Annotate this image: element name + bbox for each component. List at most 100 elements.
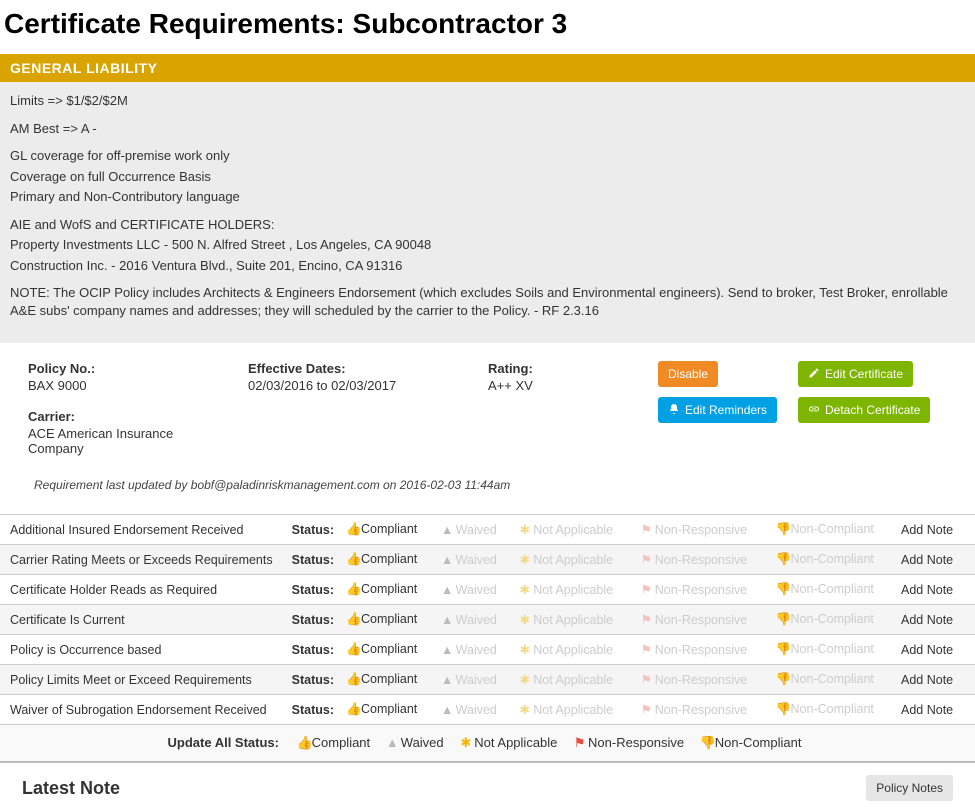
section-header-general-liability: GENERAL LIABILITY bbox=[0, 54, 975, 82]
requirement-name: Carrier Rating Meets or Exceeds Requirem… bbox=[0, 545, 280, 575]
flag-icon: ⚑ bbox=[640, 582, 653, 597]
status-waived[interactable]: ▲Waived bbox=[435, 635, 513, 665]
holders-line: AIE and WofS and CERTIFICATE HOLDERS: bbox=[10, 216, 965, 234]
flag-icon: ⚑ bbox=[640, 552, 653, 567]
holders-line: Property Investments LLC - 500 N. Alfred… bbox=[10, 236, 965, 254]
status-not-applicable[interactable]: ✱Not Applicable bbox=[512, 575, 634, 605]
thumb-up-icon: 👍 bbox=[346, 522, 359, 537]
warning-icon: ▲ bbox=[441, 703, 454, 717]
latest-note-heading: Latest Note bbox=[22, 778, 120, 799]
thumb-up-icon: 👍 bbox=[346, 642, 359, 657]
thumb-down-icon: 👎 bbox=[776, 582, 789, 597]
status-not-applicable[interactable]: ✱Not Applicable bbox=[512, 515, 634, 545]
effective-dates-value: 02/03/2016 to 02/03/2017 bbox=[248, 378, 468, 393]
policy-no-value: BAX 9000 bbox=[28, 378, 228, 393]
star-icon: ✱ bbox=[518, 582, 531, 597]
add-note-link[interactable]: Add Note bbox=[895, 545, 975, 575]
flag-icon: ⚑ bbox=[640, 702, 653, 717]
policy-notes-button[interactable]: Policy Notes bbox=[866, 775, 953, 801]
star-icon: ✱ bbox=[459, 735, 472, 751]
requirement-name: Policy is Occurrence based bbox=[0, 635, 280, 665]
edit-certificate-button[interactable]: Edit Certificate bbox=[798, 361, 913, 387]
status-non-compliant[interactable]: 👎Non-Compliant bbox=[770, 605, 895, 635]
status-non-responsive[interactable]: ⚑Non-Responsive bbox=[634, 605, 770, 635]
add-note-link[interactable]: Add Note bbox=[895, 515, 975, 545]
star-icon: ✱ bbox=[518, 672, 531, 687]
status-not-applicable[interactable]: ✱Not Applicable bbox=[512, 695, 634, 725]
last-updated-line: Requirement last updated by bobf@paladin… bbox=[34, 478, 947, 492]
flag-icon: ⚑ bbox=[573, 735, 586, 751]
status-waived[interactable]: ▲Waived bbox=[435, 605, 513, 635]
add-note-link[interactable]: Add Note bbox=[895, 665, 975, 695]
status-compliant[interactable]: 👍Compliant bbox=[340, 515, 435, 545]
flag-icon: ⚑ bbox=[640, 642, 653, 657]
status-not-applicable[interactable]: ✱Not Applicable bbox=[512, 635, 634, 665]
status-compliant[interactable]: 👍Compliant bbox=[340, 605, 435, 635]
disable-button[interactable]: Disable bbox=[658, 361, 718, 387]
status-not-applicable[interactable]: ✱Not Applicable bbox=[512, 545, 634, 575]
add-note-link[interactable]: Add Note bbox=[895, 695, 975, 725]
status-non-compliant[interactable]: 👎Non-Compliant bbox=[770, 635, 895, 665]
requirement-name: Certificate Is Current bbox=[0, 605, 280, 635]
status-non-responsive[interactable]: ⚑Non-Responsive bbox=[634, 545, 770, 575]
update-all-compliant[interactable]: 👍Compliant bbox=[297, 735, 371, 750]
latest-note-bar: Latest Note Policy Notes bbox=[0, 763, 975, 807]
carrier-label: Carrier: bbox=[28, 409, 228, 424]
status-non-compliant[interactable]: 👎Non-Compliant bbox=[770, 695, 895, 725]
table-row: Certificate Holder Reads as RequiredStat… bbox=[0, 575, 975, 605]
add-note-link[interactable]: Add Note bbox=[895, 605, 975, 635]
policy-no-label: Policy No.: bbox=[28, 361, 228, 376]
edit-reminders-button[interactable]: Edit Reminders bbox=[658, 397, 777, 423]
status-non-compliant[interactable]: 👎Non-Compliant bbox=[770, 575, 895, 605]
status-label: Status: bbox=[280, 575, 340, 605]
status-non-responsive[interactable]: ⚑Non-Responsive bbox=[634, 635, 770, 665]
warning-icon: ▲ bbox=[441, 673, 454, 687]
status-compliant[interactable]: 👍Compliant bbox=[340, 695, 435, 725]
status-waived[interactable]: ▲Waived bbox=[435, 575, 513, 605]
status-compliant[interactable]: 👍Compliant bbox=[340, 665, 435, 695]
status-not-applicable[interactable]: ✱Not Applicable bbox=[512, 605, 634, 635]
detach-certificate-button[interactable]: Detach Certificate bbox=[798, 397, 930, 423]
status-non-compliant[interactable]: 👎Non-Compliant bbox=[770, 515, 895, 545]
coverage-line: Primary and Non-Contributory language bbox=[10, 188, 965, 206]
table-row: Policy Limits Meet or Exceed Requirement… bbox=[0, 665, 975, 695]
effective-dates-label: Effective Dates: bbox=[248, 361, 468, 376]
policy-panel: Policy No.: BAX 9000 Carrier: ACE Americ… bbox=[0, 343, 975, 514]
table-row: Additional Insured Endorsement ReceivedS… bbox=[0, 515, 975, 545]
status-compliant[interactable]: 👍Compliant bbox=[340, 545, 435, 575]
flag-icon: ⚑ bbox=[640, 612, 653, 627]
thumb-down-icon: 👎 bbox=[776, 672, 789, 687]
update-all-non-compliant[interactable]: 👎Non-Compliant bbox=[700, 735, 802, 750]
update-all-waived[interactable]: ▲Waived bbox=[386, 735, 444, 750]
update-all-not-applicable[interactable]: ✱Not Applicable bbox=[459, 735, 557, 750]
status-non-compliant[interactable]: 👎Non-Compliant bbox=[770, 665, 895, 695]
requirements-text-panel: Limits => $1/$2/$2M AM Best => A - GL co… bbox=[0, 82, 975, 343]
status-waived[interactable]: ▲Waived bbox=[435, 515, 513, 545]
status-waived[interactable]: ▲Waived bbox=[435, 545, 513, 575]
requirements-table: Additional Insured Endorsement ReceivedS… bbox=[0, 514, 975, 725]
carrier-value: ACE American Insurance Company bbox=[28, 426, 228, 456]
status-label: Status: bbox=[280, 695, 340, 725]
rating-value: A++ XV bbox=[488, 378, 638, 393]
add-note-link[interactable]: Add Note bbox=[895, 635, 975, 665]
status-waived[interactable]: ▲Waived bbox=[435, 665, 513, 695]
status-compliant[interactable]: 👍Compliant bbox=[340, 635, 435, 665]
star-icon: ✱ bbox=[518, 612, 531, 627]
status-non-responsive[interactable]: ⚑Non-Responsive bbox=[634, 665, 770, 695]
thumb-down-icon: 👎 bbox=[776, 642, 789, 657]
status-waived[interactable]: ▲Waived bbox=[435, 695, 513, 725]
status-non-compliant[interactable]: 👎Non-Compliant bbox=[770, 545, 895, 575]
star-icon: ✱ bbox=[518, 702, 531, 717]
status-label: Status: bbox=[280, 635, 340, 665]
status-non-responsive[interactable]: ⚑Non-Responsive bbox=[634, 515, 770, 545]
status-compliant[interactable]: 👍Compliant bbox=[340, 575, 435, 605]
status-not-applicable[interactable]: ✱Not Applicable bbox=[512, 665, 634, 695]
add-note-link[interactable]: Add Note bbox=[895, 575, 975, 605]
status-non-responsive[interactable]: ⚑Non-Responsive bbox=[634, 695, 770, 725]
star-icon: ✱ bbox=[518, 552, 531, 567]
status-non-responsive[interactable]: ⚑Non-Responsive bbox=[634, 575, 770, 605]
table-row: Waiver of Subrogation Endorsement Receiv… bbox=[0, 695, 975, 725]
update-all-non-responsive[interactable]: ⚑Non-Responsive bbox=[573, 735, 684, 750]
holders-line: Construction Inc. - 2016 Ventura Blvd., … bbox=[10, 257, 965, 275]
note-line: NOTE: The OCIP Policy includes Architect… bbox=[10, 284, 965, 319]
